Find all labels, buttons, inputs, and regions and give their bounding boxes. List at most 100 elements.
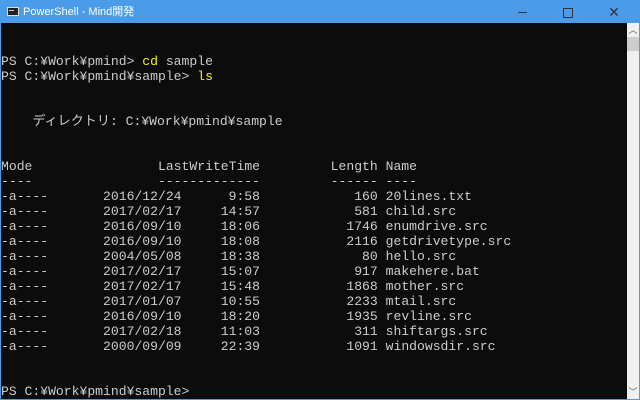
- table-row: -a---- 2017/02/18 11:03 311 shiftargs.sr…: [1, 324, 488, 339]
- console-app-icon[interactable]: [7, 7, 19, 16]
- row-name: shiftargs.src: [385, 324, 488, 339]
- scroll-down-icon[interactable]: ﹀: [627, 385, 639, 399]
- undefined: [182, 189, 229, 204]
- close-icon: ✕: [608, 4, 620, 20]
- undefined: [32, 159, 158, 174]
- prompt-line-2: PS C:¥Work¥pmind¥sample> ls: [1, 69, 213, 84]
- scrollbar-thumb[interactable]: [627, 37, 639, 51]
- row-length: 1746: [346, 219, 378, 234]
- undefined: [182, 309, 221, 324]
- row-date: 2016/09/10: [103, 309, 182, 324]
- table-row: -a---- 2016/09/10 18:08 2116 getdrivetyp…: [1, 234, 511, 249]
- row-length: 581: [354, 204, 378, 219]
- row-mode: -a----: [1, 339, 49, 354]
- undefined: [260, 204, 354, 219]
- undefined: [260, 249, 362, 264]
- header-mode: Mode: [1, 159, 33, 174]
- title-bar[interactable]: PowerShell - Mind開発 ✕: [1, 1, 639, 23]
- maximize-icon: [563, 7, 573, 18]
- undefined: [182, 279, 221, 294]
- undefined: [48, 189, 103, 204]
- row-time: 14:57: [220, 204, 261, 219]
- undefined: [48, 249, 103, 264]
- undefined: [378, 279, 386, 294]
- undefined: [182, 204, 221, 219]
- row-mode: -a----: [1, 204, 49, 219]
- row-date: 2017/02/17: [103, 279, 182, 294]
- undefined: [260, 264, 354, 279]
- command-name: cd: [142, 54, 158, 69]
- row-length: 1935: [346, 309, 378, 324]
- console-output[interactable]: PS C:¥Work¥pmind> cd sample PS C:¥Work¥p…: [1, 23, 627, 399]
- row-time: 18:06: [220, 219, 261, 234]
- undefined: [260, 234, 346, 249]
- undefined: [182, 249, 221, 264]
- prompt-line-1: PS C:¥Work¥pmind> cd sample: [1, 54, 213, 69]
- undefined: [378, 234, 386, 249]
- undefined: [378, 324, 386, 339]
- row-name: windowsdir.src: [385, 339, 496, 354]
- undefined: [378, 189, 386, 204]
- row-mode: -a----: [1, 234, 49, 249]
- maximize-button[interactable]: [545, 1, 591, 23]
- scroll-up-icon[interactable]: ︿: [627, 23, 639, 37]
- row-date: 2004/05/08: [103, 249, 182, 264]
- undefined: [378, 249, 386, 264]
- row-length: 160: [354, 189, 378, 204]
- row-time: 18:08: [220, 234, 261, 249]
- row-name: revline.src: [385, 309, 472, 324]
- undefined: [182, 294, 221, 309]
- close-button[interactable]: ✕: [591, 1, 637, 23]
- row-time: 10:55: [220, 294, 261, 309]
- row-date: 2016/12/24: [103, 189, 182, 204]
- row-name: mtail.src: [385, 294, 457, 309]
- row-time: 18:38: [220, 249, 261, 264]
- undefined: [378, 264, 386, 279]
- minimize-icon: [517, 12, 527, 14]
- row-mode: -a----: [1, 279, 49, 294]
- row-time: 9:58: [228, 189, 261, 204]
- undefined: [182, 219, 221, 234]
- undefined: [182, 264, 221, 279]
- undefined: [182, 324, 221, 339]
- undefined: [260, 294, 346, 309]
- table-row: -a---- 2017/02/17 14:57 581 child.src: [1, 204, 456, 219]
- row-name: child.src: [385, 204, 457, 219]
- row-date: 2017/01/07: [103, 294, 182, 309]
- undefined: [182, 339, 221, 354]
- undefined: [378, 219, 386, 234]
- row-mode: -a----: [1, 264, 49, 279]
- undefined: [48, 294, 103, 309]
- console-text: PS C:¥Work¥pmind> cd sample PS C:¥Work¥p…: [1, 54, 511, 399]
- row-date: 2017/02/17: [103, 204, 182, 219]
- row-date: 2017/02/18: [103, 324, 182, 339]
- undefined: [48, 339, 103, 354]
- row-mode: -a----: [1, 324, 49, 339]
- row-name: makehere.bat: [385, 264, 480, 279]
- row-date: 2016/09/10: [103, 219, 182, 234]
- undefined: [48, 204, 103, 219]
- minimize-button[interactable]: [499, 1, 545, 23]
- undefined: [48, 309, 103, 324]
- undefined: [260, 219, 346, 234]
- table-row: -a---- 2000/09/09 22:39 1091 windowsdir.…: [1, 339, 496, 354]
- row-mode: -a----: [1, 189, 49, 204]
- undefined: [378, 309, 386, 324]
- undefined: [48, 264, 103, 279]
- table-row: -a---- 2016/12/24 9:58 160 20lines.txt: [1, 189, 472, 204]
- undefined: [260, 339, 346, 354]
- command-name: ls: [197, 69, 213, 84]
- undefined: [378, 159, 386, 174]
- prompt: PS C:¥Work¥pmind>: [1, 54, 143, 69]
- row-time: 15:07: [220, 264, 261, 279]
- undefined: [48, 219, 103, 234]
- row-length: 917: [354, 264, 378, 279]
- vertical-scrollbar[interactable]: ︿ ﹀: [627, 23, 639, 399]
- row-name: getdrivetype.src: [385, 234, 512, 249]
- table-separator: ---- ------------- ------ ----: [1, 174, 417, 189]
- window-title: PowerShell - Mind開発: [23, 6, 135, 18]
- row-length: 311: [354, 324, 378, 339]
- row-length: 2116: [346, 234, 378, 249]
- row-time: 15:48: [220, 279, 261, 294]
- row-mode: -a----: [1, 294, 49, 309]
